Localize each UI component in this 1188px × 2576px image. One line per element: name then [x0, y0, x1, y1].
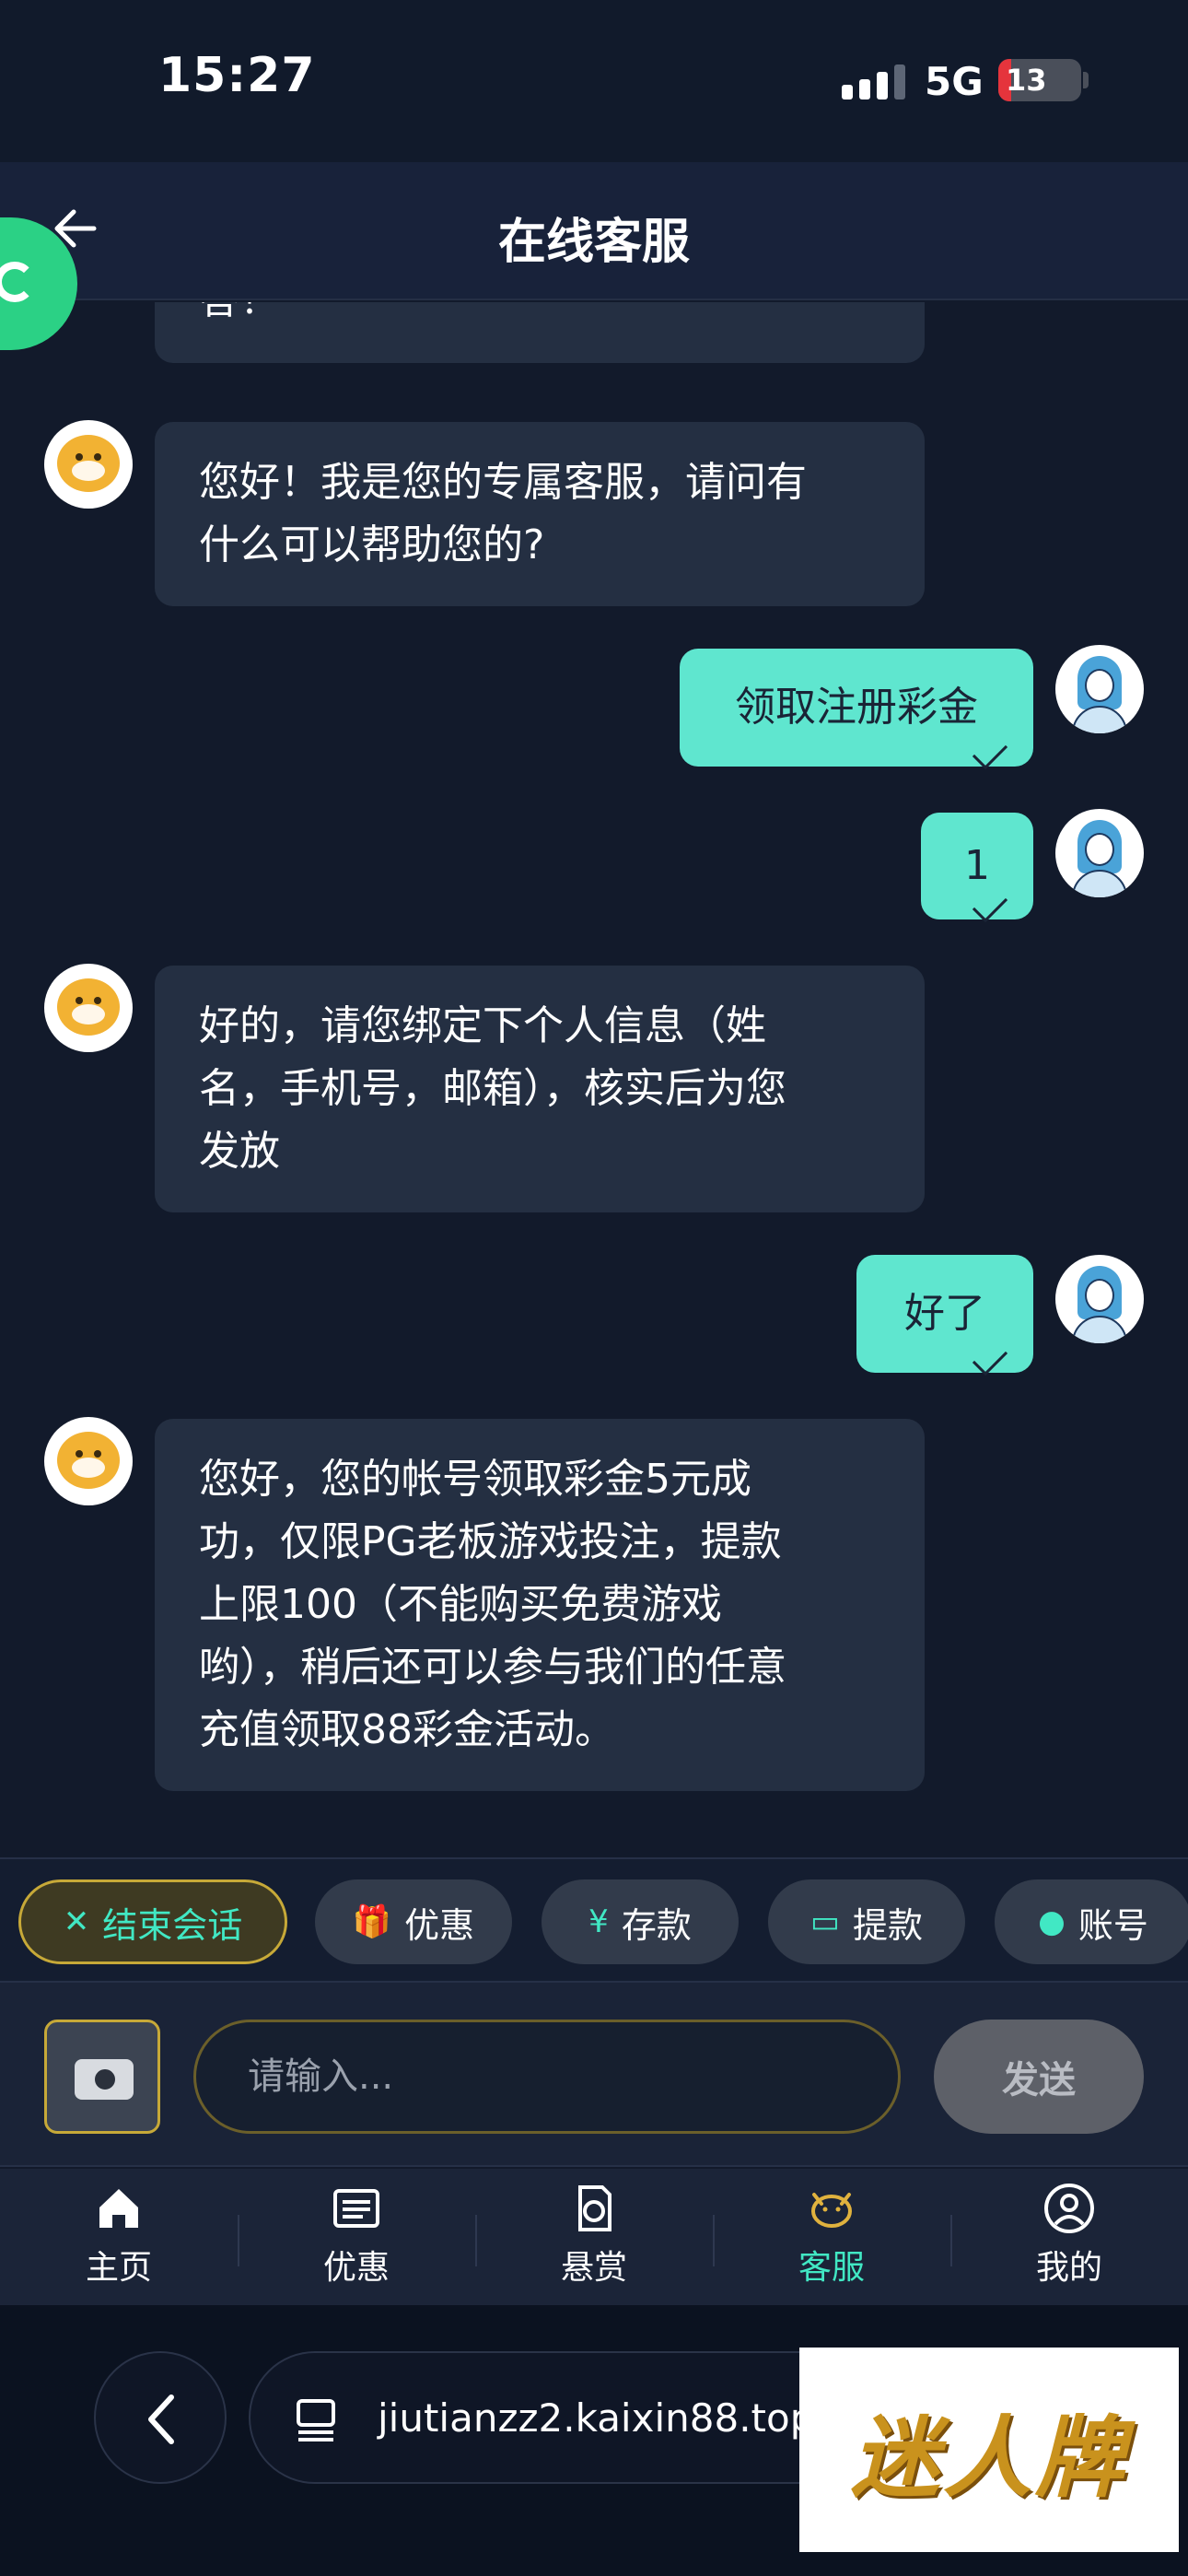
message-line: 发放: [199, 1128, 280, 1175]
chat-area[interactable]: 答！ 您好！我是您的专属客服，请问有 什么可以帮助您的? 领取注册彩金 1 好的…: [0, 302, 1188, 1856]
user-message: 好了: [856, 1255, 1033, 1376]
tab-mine[interactable]: 我的: [950, 2182, 1188, 2296]
tab-reward[interactable]: 悬赏: [475, 2182, 713, 2296]
signal-icon: [842, 64, 905, 100]
promo-chip-button[interactable]: 🎁 优惠: [315, 1879, 512, 1964]
page-icon: [297, 2399, 335, 2441]
user-avatar: [1055, 809, 1144, 897]
chat-header: 在线客服: [0, 162, 1188, 300]
chip-label: 优惠: [404, 1904, 475, 1946]
user-message: 领取注册彩金: [680, 649, 1033, 770]
watermark-logo: 迷人牌: [799, 2348, 1179, 2552]
message-text: 1: [964, 842, 990, 889]
message-text: 好了: [904, 1290, 985, 1337]
read-check-icon: [972, 886, 1008, 923]
tab-label: 客服: [798, 2249, 865, 2287]
battery-level: 13: [1006, 63, 1047, 98]
send-button[interactable]: 发送: [934, 2020, 1144, 2134]
read-check-icon: [972, 1340, 1008, 1376]
tab-home[interactable]: 主页: [0, 2182, 238, 2296]
camera-button[interactable]: [44, 2020, 160, 2134]
bottom-tab-bar: 主页 优惠 悬赏 客服 我的: [0, 2169, 1188, 2305]
cs-avatar: [44, 420, 133, 509]
message-line: 哟），稍后还可以参与我们的任意: [199, 1644, 786, 1691]
message-line: 您好，您的帐号领取彩金5元成: [199, 1456, 751, 1503]
cs-message: 您好！我是您的专属客服，请问有 什么可以帮助您的?: [155, 422, 925, 606]
tab-promo[interactable]: 优惠: [238, 2182, 475, 2296]
tab-label: 悬赏: [560, 2249, 627, 2287]
battery-icon: 13: [998, 59, 1081, 101]
cs-avatar: [44, 1417, 133, 1505]
message-line: 充值领取88彩金活动。: [199, 1706, 615, 1753]
cs-avatar: [44, 964, 133, 1052]
battery-tip: [1083, 72, 1089, 88]
profile-icon: [1044, 2184, 1094, 2233]
message-line: 上限100（不能购买免费游戏: [199, 1581, 722, 1628]
status-bar: 15:27 5G 13: [0, 0, 1188, 162]
user-avatar: [1055, 645, 1144, 733]
tab-label: 优惠: [322, 2249, 390, 2287]
cat-service-icon: [811, 2193, 852, 2228]
message-line: 名，手机号，邮箱），核实后为您: [199, 1065, 786, 1112]
watermark-text: 迷人牌: [851, 2406, 1127, 2510]
yen-icon: ¥: [588, 1903, 609, 1940]
gift-icon: 🎁: [352, 1903, 392, 1940]
message-input[interactable]: [193, 2020, 901, 2134]
quick-actions-bar: ✕ 结束会话 🎁 优惠 ¥ 存款 ▭ 提款 ● 账号: [0, 1857, 1188, 1983]
message-line: 什么可以帮助您的?: [199, 521, 545, 568]
chip-label: 提款: [853, 1904, 924, 1946]
message-line: 好的，请您绑定下个人信息（姓: [199, 1002, 766, 1049]
user-message: 1: [921, 813, 1033, 923]
status-time: 15:27: [158, 48, 316, 103]
close-icon: ✕: [63, 1903, 90, 1940]
chevron-left-icon: [148, 2395, 174, 2444]
read-check-icon: [972, 733, 1008, 770]
browser-back-button[interactable]: [94, 2351, 227, 2484]
deposit-chip-button[interactable]: ¥ 存款: [542, 1879, 739, 1964]
user-avatar: [1055, 1255, 1144, 1343]
url-text: jiutianzz2.kaixin88.top: [378, 2395, 815, 2441]
message-input-bar: 发送: [0, 1983, 1188, 2167]
list-icon: [333, 2189, 379, 2228]
withdraw-chip-button[interactable]: ▭ 提款: [768, 1879, 965, 1964]
tab-label: 主页: [85, 2249, 152, 2287]
card-icon: ▭: [809, 1903, 841, 1940]
chip-label: 结束会话: [102, 1904, 243, 1946]
message-line: 功，仅限PG老板游戏投注，提款: [199, 1518, 782, 1565]
cs-message: 您好，您的帐号领取彩金5元成 功，仅限PG老板游戏投注，提款 上限100（不能购…: [155, 1419, 925, 1791]
camera-lens: [91, 2066, 119, 2093]
tab-label: 我的: [1035, 2249, 1102, 2287]
message-text: 领取注册彩金: [735, 684, 978, 731]
chip-label: 存款: [621, 1904, 692, 1946]
page-title: 在线客服: [497, 215, 690, 270]
home-icon: [99, 2189, 138, 2228]
message-line: 您好！我是您的专属客服，请问有: [199, 459, 807, 506]
chip-label: 账号: [1077, 1904, 1148, 1946]
cs-message: 好的，请您绑定下个人信息（姓 名，手机号，邮箱），核实后为您 发放: [155, 966, 925, 1212]
cs-message-partial: 答！: [155, 302, 925, 363]
user-icon: ●: [1038, 1903, 1066, 1940]
end-chat-button[interactable]: ✕ 结束会话: [18, 1879, 287, 1964]
network-type: 5G: [925, 59, 984, 104]
message-text: 答！: [199, 302, 880, 332]
tab-service[interactable]: 客服: [713, 2182, 950, 2296]
account-chip-button[interactable]: ● 账号: [995, 1879, 1188, 1964]
reward-doc-icon: [578, 2185, 611, 2231]
